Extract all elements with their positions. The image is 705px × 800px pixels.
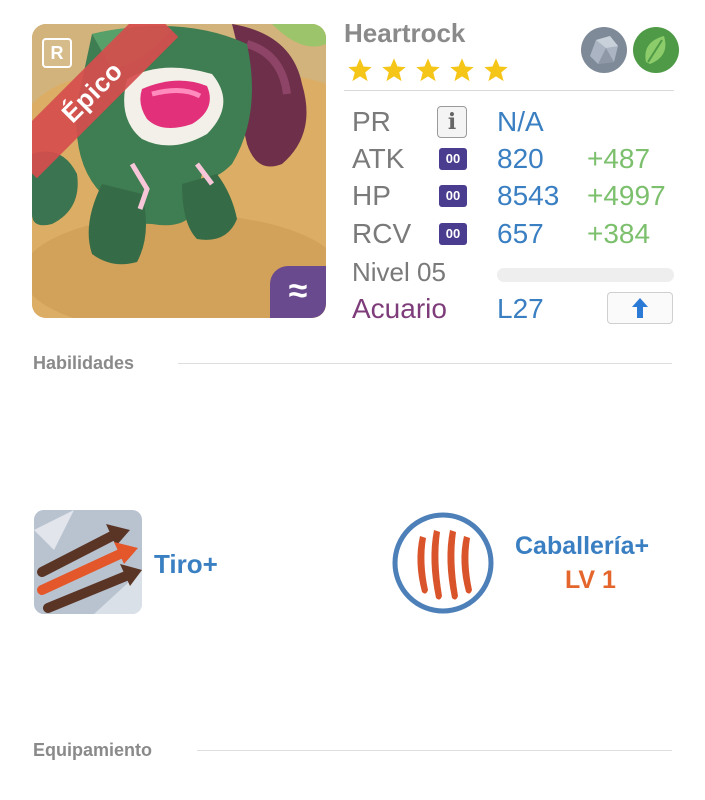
level-progress-bar	[497, 268, 674, 282]
hero-name: Heartrock	[344, 18, 466, 48]
arrow-up-icon	[632, 298, 648, 318]
skills-section-divider	[178, 363, 672, 364]
stat-value-hp: 8543	[497, 180, 560, 211]
skill-level-caballeria: LV 1	[565, 566, 616, 594]
stat-label-pr: PR	[352, 106, 391, 137]
skill-name-caballeria[interactable]: Caballería+	[515, 532, 649, 561]
star-icon	[382, 58, 406, 82]
stat-value-pr: N/A	[497, 106, 544, 137]
star-icon	[450, 58, 474, 82]
stat-bonus-atk: +487	[587, 143, 651, 174]
star-icon	[416, 58, 440, 82]
hero-portrait[interactable]: R Épico ≈	[32, 24, 326, 318]
arrows-icon	[34, 510, 142, 614]
star-rating	[346, 56, 510, 84]
stat-bonus-rcv: +384	[587, 218, 651, 249]
stat-value-atk: 820	[497, 143, 544, 174]
stat-label-atk: ATK	[352, 143, 405, 174]
water-wave-icon: ≈	[270, 266, 326, 318]
type-icons	[580, 26, 680, 74]
stat-row-level: Nivel 05	[352, 254, 682, 290]
rank-badge: R	[42, 38, 72, 68]
info-button[interactable]: i	[437, 106, 467, 138]
upgrade-button[interactable]	[607, 292, 673, 324]
stat-bonus-hp: +4997	[587, 180, 666, 211]
stat-row-rcv: RCV 00 657 +384	[352, 216, 682, 252]
stat-value-rcv: 657	[497, 218, 544, 249]
level-label: Nivel 05	[352, 257, 446, 287]
trait-label[interactable]: Acuario	[352, 291, 447, 327]
trait-value: L27	[497, 293, 544, 324]
stat-row-hp: HP 00 8543 +4997	[352, 178, 682, 214]
leaf-type-icon[interactable]	[632, 26, 680, 74]
skill-tiro-icon[interactable]	[34, 510, 142, 614]
stone-type-icon[interactable]	[580, 26, 628, 74]
stat-label-hp: HP	[352, 180, 391, 211]
stat-badge-hp: 00	[439, 185, 467, 207]
equipment-section-title: Equipamiento	[33, 740, 153, 760]
skills-section-title: Habilidades	[33, 353, 135, 373]
skill-name-tiro[interactable]: Tiro+	[154, 549, 218, 580]
stat-row-trait: Acuario L27	[352, 291, 682, 327]
stat-row-atk: ATK 00 820 +487	[352, 141, 682, 177]
equipment-section-divider	[197, 750, 672, 751]
stat-row-pr: PR i N/A	[352, 104, 682, 140]
stat-badge-rcv: 00	[439, 223, 467, 245]
star-icon	[484, 58, 508, 82]
stat-label-rcv: RCV	[352, 218, 412, 249]
claw-marks-icon[interactable]	[392, 512, 494, 614]
header-divider	[344, 90, 674, 91]
stat-badge-atk: 00	[439, 148, 467, 170]
star-icon	[348, 58, 372, 82]
